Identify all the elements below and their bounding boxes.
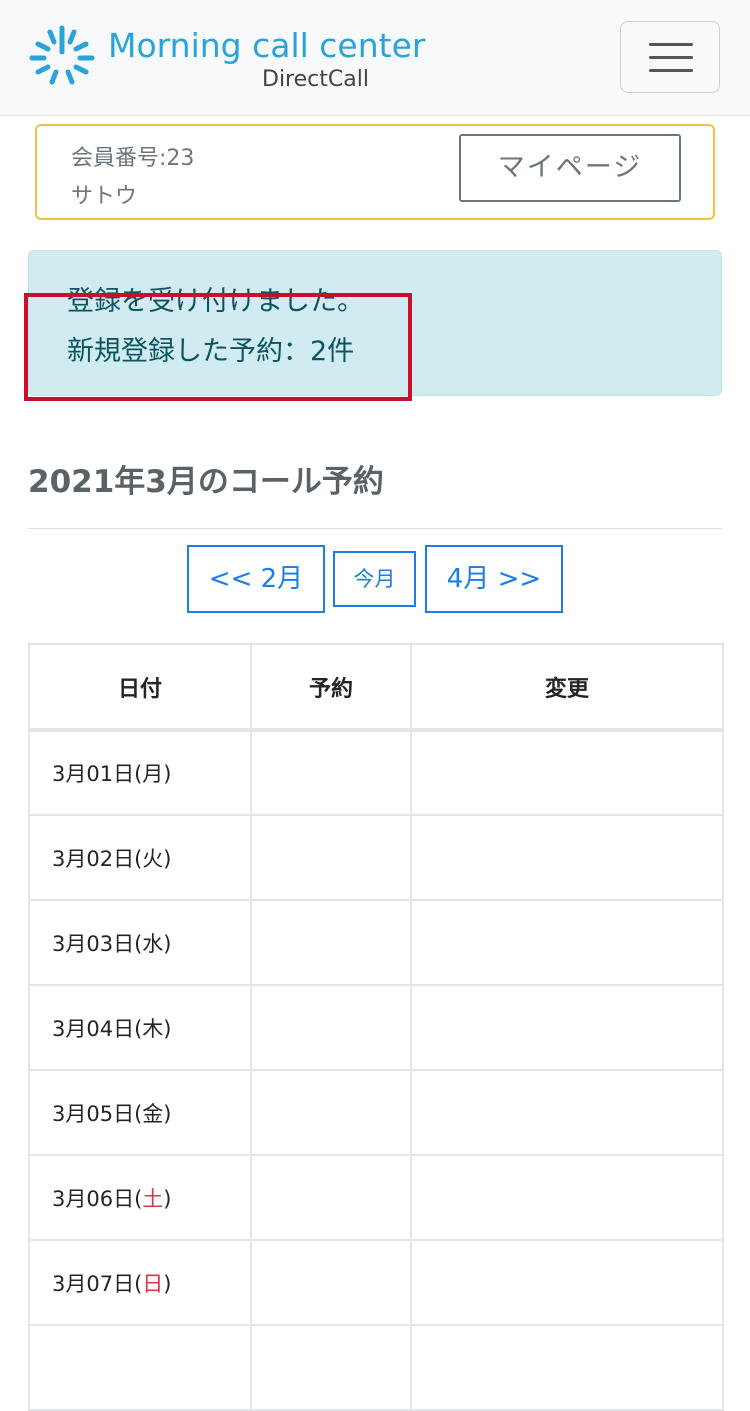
date-close-paren: ) <box>163 931 172 956</box>
table-row: 3月04日(木) <box>28 984 724 1071</box>
sunrise-logo-icon <box>29 25 95 85</box>
change-cell[interactable] <box>410 1239 724 1326</box>
reservation-cell[interactable] <box>250 814 412 901</box>
change-cell[interactable] <box>410 1154 724 1241</box>
weekday-text: 木 <box>142 1016 164 1041</box>
reservation-calendar-table: 日付 予約 変更 3月01日(月) 3月02日(火) 3月03日(水) 3月04… <box>28 643 724 1411</box>
date-close-paren: ) <box>163 1016 172 1041</box>
calendar-title: 2021年3月のコール予約 <box>28 464 384 500</box>
date-text: 3月02日( <box>52 846 143 871</box>
date-cell: 3月07日(日) <box>28 1239 252 1326</box>
mypage-button[interactable]: マイページ <box>459 134 681 202</box>
column-header-change: 変更 <box>410 643 724 732</box>
change-cell[interactable] <box>410 1324 724 1411</box>
brand-logo[interactable]: Morning call center DirectCall <box>28 22 425 94</box>
date-cell <box>28 1324 252 1411</box>
top-navbar: Morning call center DirectCall <box>0 0 750 116</box>
hamburger-icon-bar-middle <box>649 56 693 59</box>
weekday-text-sunday: 日 <box>142 1271 164 1296</box>
change-cell[interactable] <box>410 1069 724 1156</box>
weekday-text: 月 <box>142 762 164 786</box>
prev-month-button[interactable]: << 2月 <box>187 545 325 613</box>
date-text: 3月06日( <box>52 1186 143 1211</box>
change-cell[interactable] <box>410 984 724 1071</box>
date-cell: 3月06日(土) <box>28 1154 252 1241</box>
current-month-button[interactable]: 今月 <box>333 551 416 607</box>
table-row: 3月06日(土) <box>28 1154 724 1241</box>
table-header-row: 日付 予約 変更 <box>28 643 724 732</box>
reservation-cell[interactable] <box>250 984 412 1071</box>
date-cell: 3月04日(木) <box>28 984 252 1071</box>
column-header-date: 日付 <box>28 643 252 732</box>
change-cell[interactable] <box>410 729 724 816</box>
member-name: サトウ <box>71 184 138 209</box>
date-text: 3月05日( <box>52 1101 143 1126</box>
reservation-cell[interactable] <box>250 1069 412 1156</box>
reservation-cell[interactable] <box>250 899 412 986</box>
brand-subtitle: DirectCall <box>262 67 369 92</box>
weekday-text: 金 <box>142 1101 164 1126</box>
next-month-button[interactable]: 4月 >> <box>425 545 563 613</box>
change-cell[interactable] <box>410 814 724 901</box>
date-close-paren: ) <box>163 1186 172 1211</box>
table-row: 3月01日(月) <box>28 729 724 816</box>
hamburger-icon-bar-top <box>649 43 693 46</box>
date-text: 3月03日( <box>52 931 143 956</box>
table-row: 3月03日(水) <box>28 899 724 986</box>
table-row <box>28 1324 724 1411</box>
member-number: 会員番号:23 <box>71 146 195 171</box>
table-row: 3月02日(火) <box>28 814 724 901</box>
member-info-box: 会員番号:23 サトウ マイページ <box>35 124 715 220</box>
date-cell: 3月01日(月) <box>28 729 252 816</box>
date-close-paren: ) <box>163 1101 172 1126</box>
reservation-cell[interactable] <box>250 729 412 816</box>
table-row: 3月07日(日) <box>28 1239 724 1326</box>
highlight-annotation-box <box>24 293 412 401</box>
date-close-paren: ) <box>163 762 172 786</box>
hamburger-menu-button[interactable] <box>620 21 720 93</box>
weekday-text: 火 <box>142 846 164 871</box>
date-cell: 3月02日(火) <box>28 814 252 901</box>
weekday-text-saturday: 土 <box>142 1186 164 1211</box>
change-cell[interactable] <box>410 899 724 986</box>
date-text: 3月01日( <box>52 762 143 786</box>
date-text: 3月07日( <box>52 1271 143 1296</box>
date-close-paren: ) <box>163 1271 172 1296</box>
reservation-cell[interactable] <box>250 1239 412 1326</box>
reservation-cell[interactable] <box>250 1324 412 1411</box>
date-text: 3月04日( <box>52 1016 143 1041</box>
date-cell: 3月03日(水) <box>28 899 252 986</box>
weekday-text: 水 <box>142 931 164 956</box>
date-cell: 3月05日(金) <box>28 1069 252 1156</box>
brand-title: Morning call center <box>108 26 426 65</box>
title-divider <box>28 528 722 529</box>
hamburger-icon-bar-bottom <box>649 69 693 72</box>
column-header-reservation: 予約 <box>250 643 412 732</box>
date-close-paren: ) <box>163 846 172 871</box>
table-row: 3月05日(金) <box>28 1069 724 1156</box>
reservation-cell[interactable] <box>250 1154 412 1241</box>
